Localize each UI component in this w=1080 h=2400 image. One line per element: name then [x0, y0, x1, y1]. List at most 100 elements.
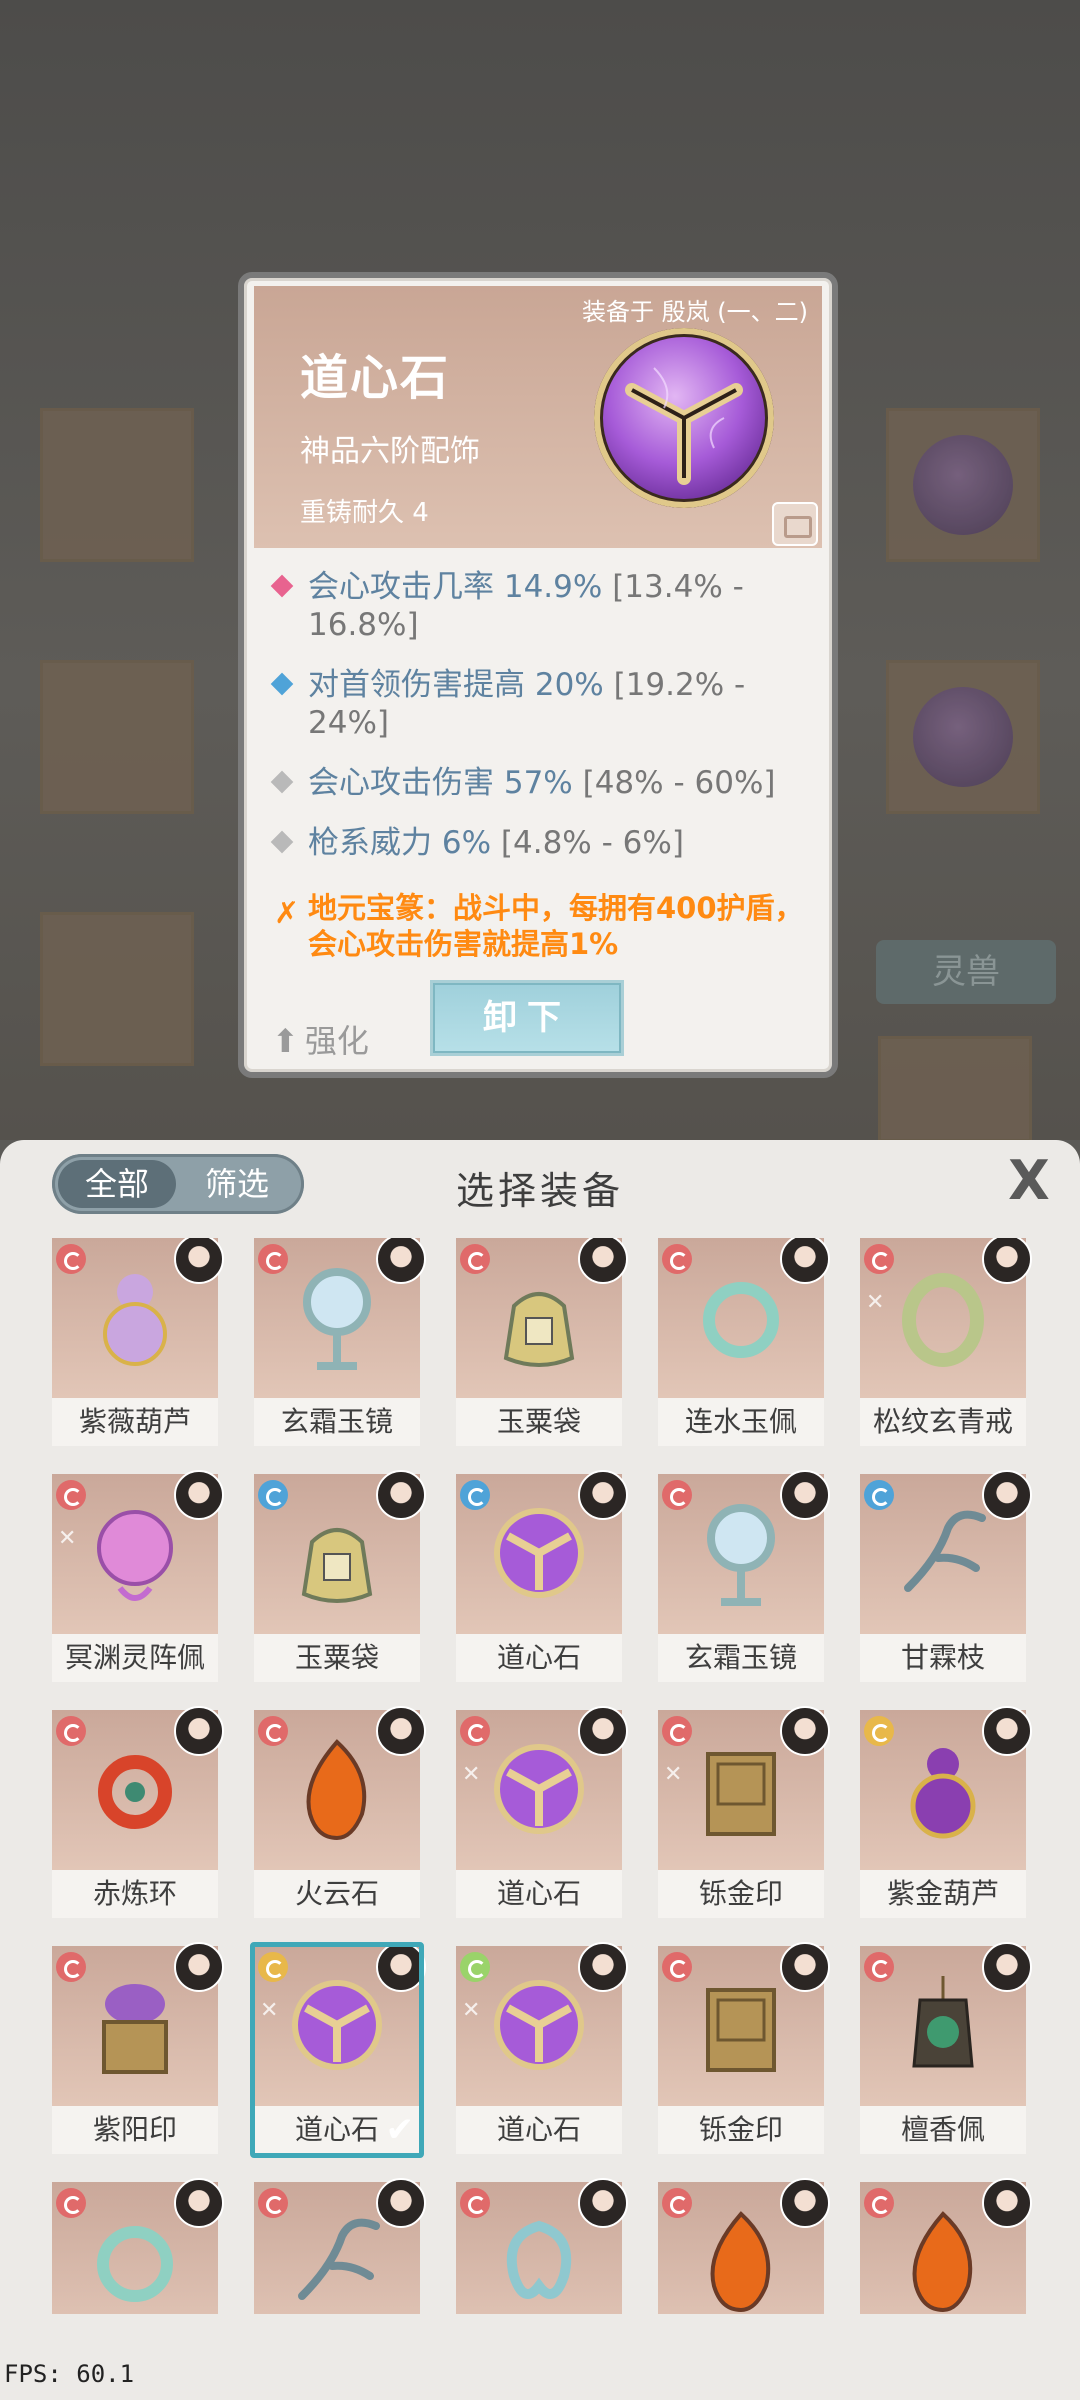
bg-equip-slot-boots[interactable] [40, 912, 194, 1066]
stat-range: [4.8% - 6%] [491, 825, 684, 861]
equipment-slot[interactable]: 玄霜玉镜 [254, 1238, 426, 1446]
jade-knot-icon [494, 2206, 584, 2314]
quality-icon [662, 2188, 692, 2218]
equipment-slot[interactable]: 紫薇葫芦 [52, 1238, 224, 1446]
equipment-slot[interactable] [658, 2178, 830, 2314]
fire-icon [898, 2206, 988, 2314]
item-name: 道心石 [300, 350, 451, 406]
equipment-slot[interactable]: 紫阳印 [52, 1942, 224, 2154]
equipment-slot[interactable] [456, 2178, 628, 2314]
stat-row: 对首领伤害提高 20% [19.2% - 24%] [266, 666, 826, 742]
stat-value: 会心攻击几率 14.9% [308, 569, 603, 605]
equipment-tile [456, 1238, 628, 1398]
character-portrait-icon [780, 1238, 830, 1284]
equipment-name: 铄金印 [658, 2106, 824, 2154]
equipment-tile [254, 1706, 426, 1870]
close-icon[interactable]: X [1002, 1154, 1056, 1208]
seal-purple-icon [90, 1970, 180, 2080]
equipment-tile [860, 1942, 1032, 2106]
cross-mark-icon: ✕ [664, 1762, 683, 1787]
branch-icon [292, 2206, 382, 2314]
equipment-name: 赤炼环 [52, 1870, 218, 1918]
equipment-name: 玄霜玉镜 [254, 1398, 420, 1446]
fps-counter: FPS: 60.1 [4, 2360, 135, 2388]
item-grade: 神品六阶配饰 [300, 434, 480, 469]
equipment-slot[interactable] [860, 2178, 1032, 2314]
gourd-gold-icon [898, 1734, 988, 1844]
equipment-slot[interactable]: ✕ 铄金印 [658, 1706, 830, 1918]
lock-icon[interactable] [772, 502, 818, 546]
equipment-slot[interactable]: ✕ 冥渊灵阵佩 [52, 1470, 224, 1682]
bg-equip-slot-spear[interactable] [40, 408, 194, 562]
equipment-tile: ✕ [658, 1706, 830, 1870]
quality-icon [662, 1716, 692, 1746]
equipment-slot[interactable] [52, 2178, 224, 2314]
equipment-slot[interactable]: 檀香佩 [860, 1942, 1032, 2154]
branch-icon [898, 1498, 988, 1608]
quality-icon [460, 1480, 490, 1510]
equipment-name: 玉粟袋 [456, 1398, 622, 1446]
quality-icon [56, 2188, 86, 2218]
upgrade-button[interactable]: ⬆ 强化 [272, 1016, 369, 1062]
quality-icon [662, 1480, 692, 1510]
equipment-slot[interactable]: 紫金葫芦 [860, 1706, 1032, 1918]
bg-equip-slot-orb-2[interactable] [886, 660, 1040, 814]
equipment-tile [860, 1706, 1032, 1870]
equipment-slot[interactable]: ✕ 道心石 [456, 1942, 628, 2154]
cross-mark-icon: ✕ [58, 1526, 77, 1551]
bg-equip-slot-robe[interactable] [40, 660, 194, 814]
equipment-tile [254, 1238, 426, 1398]
character-portrait-icon [578, 1470, 628, 1520]
equipment-tile [456, 2178, 628, 2314]
equipment-slot[interactable] [254, 2178, 426, 2314]
character-portrait-icon [174, 2178, 224, 2228]
quality-icon [258, 1244, 288, 1274]
character-portrait-icon [780, 1470, 830, 1520]
equipment-slot[interactable]: 甘霖枝 [860, 1470, 1032, 1682]
diamond-icon [270, 830, 294, 854]
equipment-name: 紫金葫芦 [860, 1870, 1026, 1918]
character-portrait-icon [982, 1238, 1032, 1284]
equipment-slot[interactable]: ✕ 松纹玄青戒 [860, 1238, 1032, 1446]
quality-icon [56, 1716, 86, 1746]
equipment-name: 道心石 [456, 1870, 622, 1918]
ring-green-icon [898, 1262, 988, 1372]
equipment-tile: ✕ [52, 1470, 224, 1634]
equipment-slot[interactable]: ✕ 道心石 ✔ [250, 1942, 426, 2158]
equipment-slot[interactable]: 玉粟袋 [456, 1238, 628, 1446]
up-arrow-icon: ⬆ [272, 1022, 299, 1060]
quality-icon [864, 1716, 894, 1746]
item-recast-durability: 重铸耐久 4 [300, 498, 429, 528]
pendant-icon [898, 1970, 988, 2080]
orb-icon [913, 687, 1013, 787]
equipment-slot[interactable]: 赤炼环 [52, 1706, 224, 1918]
equipment-tile [860, 2178, 1032, 2314]
checkmark-icon: ✔ [385, 2110, 415, 2150]
equipment-name: 紫薇葫芦 [52, 1398, 218, 1446]
fire-icon [696, 2206, 786, 2314]
beast-tab[interactable]: 灵兽 [876, 940, 1056, 1004]
character-portrait-icon [982, 1942, 1032, 1992]
equipment-slot[interactable]: 玄霜玉镜 [658, 1470, 830, 1682]
equipment-slot[interactable]: 道心石 [456, 1470, 628, 1682]
equipment-slot[interactable]: 火云石 [254, 1706, 426, 1918]
item-detail-card: 装备于 殷岚 (一、二) 道心石 神品六阶配饰 重铸耐久 4 会心攻击几率 14… [238, 272, 838, 1078]
bg-equip-slot-orb-1[interactable] [886, 408, 1040, 562]
character-portrait-icon [578, 1706, 628, 1756]
character-portrait-icon [174, 1706, 224, 1756]
bg-equip-slot-beast[interactable] [878, 1036, 1032, 1142]
equipment-slot[interactable]: 玉粟袋 [254, 1470, 426, 1682]
stat-row: 会心攻击几率 14.9% [13.4% - 16.8%] [266, 568, 826, 644]
ring-red-icon [90, 1734, 180, 1844]
equipment-name: 甘霖枝 [860, 1634, 1026, 1682]
special-effect-icon: ✗ [274, 896, 300, 931]
equipment-slot[interactable]: ✕ 道心石 [456, 1706, 628, 1918]
ring-jade-icon [90, 2206, 180, 2314]
equipment-slot[interactable]: 铄金印 [658, 1942, 830, 2154]
equipment-slot[interactable]: 连水玉佩 [658, 1238, 830, 1446]
equipment-name: 铄金印 [658, 1870, 824, 1918]
equipment-tile [658, 1470, 830, 1634]
bag-icon [292, 1498, 382, 1608]
cross-mark-icon: ✕ [462, 1762, 481, 1787]
unequip-button[interactable]: 卸下 [430, 980, 624, 1056]
